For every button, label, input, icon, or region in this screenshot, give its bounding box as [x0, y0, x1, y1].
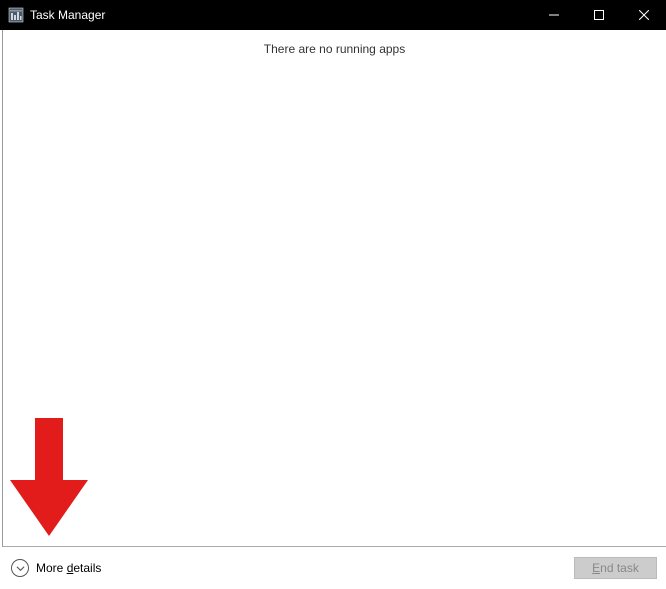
window-controls [531, 0, 666, 30]
content-area: There are no running apps [2, 30, 666, 546]
task-manager-icon [8, 7, 24, 23]
window-title: Task Manager [30, 8, 531, 22]
more-details-label: More details [36, 561, 101, 575]
empty-apps-message: There are no running apps [3, 30, 666, 56]
minimize-button[interactable] [531, 0, 576, 30]
chevron-down-circle-icon [11, 559, 29, 577]
footer: More details End task [2, 546, 666, 589]
titlebar: Task Manager [0, 0, 666, 30]
maximize-button[interactable] [576, 0, 621, 30]
end-task-button[interactable]: End task [574, 557, 657, 579]
more-details-button[interactable]: More details [11, 559, 101, 577]
close-button[interactable] [621, 0, 666, 30]
